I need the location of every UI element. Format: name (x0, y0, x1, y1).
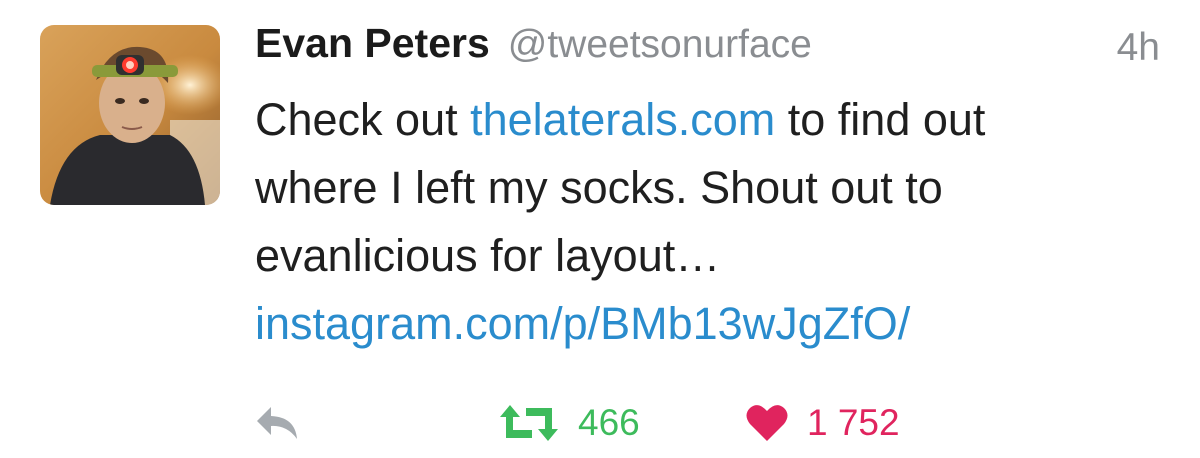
tweet-text-line: evanlicious for layout… (255, 230, 721, 281)
retweet-icon (500, 405, 558, 441)
retweet-button[interactable]: 466 (498, 395, 640, 451)
reply-button[interactable] (255, 395, 301, 451)
tweet-text: Check out thelaterals.com to find out wh… (255, 86, 1175, 358)
author-handle[interactable]: @tweetsonurface (508, 23, 812, 67)
tweet-card[interactable]: Evan Peters @tweetsonurface 4h Check out… (0, 0, 1200, 458)
tweet-header: Evan Peters @tweetsonurface 4h (255, 20, 1160, 80)
heart-icon (746, 405, 788, 441)
text-segment: Check out (255, 94, 471, 145)
author-name[interactable]: Evan Peters (255, 20, 490, 67)
text-segment: to find out (775, 94, 986, 145)
retweet-count: 466 (578, 402, 640, 443)
link-instagram[interactable]: instagram.com/p/BMb13wJgZfO/ (255, 298, 910, 349)
reply-icon (257, 407, 297, 439)
tweet-text-line: where I left my socks. Shout out to (255, 162, 943, 213)
tweet-actions: 466 1 752 (255, 395, 1155, 451)
timestamp: 4h (1116, 26, 1160, 69)
like-count: 1 752 (807, 402, 900, 443)
avatar[interactable] (40, 25, 220, 205)
tweet-text-line: instagram.com/p/BMb13wJgZfO/ (255, 290, 1175, 358)
avatar-image (40, 25, 220, 205)
link-thelaterals[interactable]: thelaterals.com (470, 94, 775, 145)
like-button[interactable]: 1 752 (745, 395, 900, 451)
tweet-text-line: Check out thelaterals.com to find out (255, 86, 1175, 154)
